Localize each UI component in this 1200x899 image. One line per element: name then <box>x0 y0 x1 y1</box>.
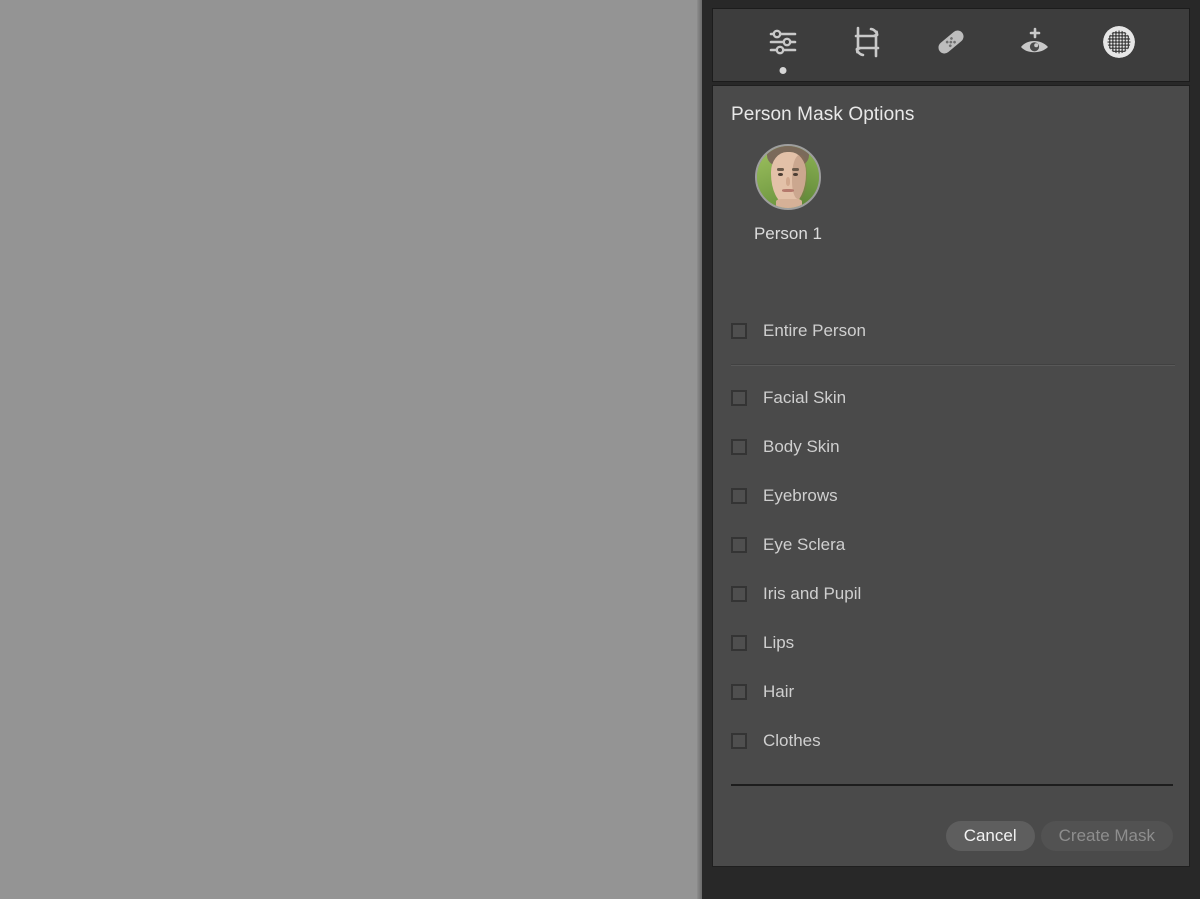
checkbox-label-facial-skin: Facial Skin <box>763 388 846 408</box>
checkbox-row-hair[interactable]: Hair <box>731 678 1171 706</box>
cancel-button[interactable]: Cancel <box>946 821 1035 851</box>
checkbox-row-iris-and-pupil[interactable]: Iris and Pupil <box>731 580 1171 608</box>
tool-tabbar <box>712 8 1190 82</box>
checkbox-row-body-skin[interactable]: Body Skin <box>731 433 1171 461</box>
person-thumbnail[interactable] <box>755 144 821 210</box>
section-divider <box>731 364 1175 366</box>
checkbox-facial-skin[interactable] <box>731 390 747 406</box>
create-mask-button[interactable]: Create Mask <box>1041 821 1173 851</box>
masking-circle-icon <box>1101 24 1137 60</box>
checkbox-label-clothes: Clothes <box>763 731 821 751</box>
person-thumbnail-block[interactable]: Person 1 <box>713 144 863 244</box>
red-eye-icon <box>1018 25 1052 59</box>
person-mask-options-panel: Person Mask Options Person 1 Entire P <box>712 85 1190 867</box>
checkbox-entire-person[interactable] <box>731 323 747 339</box>
checkbox-label-lips: Lips <box>763 633 794 653</box>
checkbox-clothes[interactable] <box>731 733 747 749</box>
checkbox-row-entire-person[interactable]: Entire Person <box>731 317 1171 345</box>
footer-divider <box>731 784 1173 786</box>
checkbox-body-skin[interactable] <box>731 439 747 455</box>
checkbox-label-iris-and-pupil: Iris and Pupil <box>763 584 861 604</box>
page-title: Person Mask Options <box>731 104 915 126</box>
checkbox-eyebrows[interactable] <box>731 488 747 504</box>
checkbox-iris-and-pupil[interactable] <box>731 586 747 602</box>
checkbox-hair[interactable] <box>731 684 747 700</box>
redeye-tab[interactable] <box>1011 18 1059 66</box>
checkbox-row-eye-sclera[interactable]: Eye Sclera <box>731 531 1171 559</box>
checkbox-label-eye-sclera: Eye Sclera <box>763 535 845 555</box>
checkbox-row-lips[interactable]: Lips <box>731 629 1171 657</box>
crop-tab[interactable] <box>843 18 891 66</box>
person-label: Person 1 <box>713 224 863 244</box>
sliders-icon <box>766 25 800 59</box>
checkbox-eye-sclera[interactable] <box>731 537 747 553</box>
checkbox-row-eyebrows[interactable]: Eyebrows <box>731 482 1171 510</box>
checkbox-label-entire-person: Entire Person <box>763 321 866 341</box>
checkbox-lips[interactable] <box>731 635 747 651</box>
image-canvas[interactable] <box>0 0 697 899</box>
checkbox-row-clothes[interactable]: Clothes <box>731 727 1171 755</box>
checkbox-label-eyebrows: Eyebrows <box>763 486 838 506</box>
masking-tab[interactable] <box>1095 18 1143 66</box>
checkbox-row-facial-skin[interactable]: Facial Skin <box>731 384 1171 412</box>
healing-tab[interactable] <box>927 18 975 66</box>
edit-adjustments-tab[interactable] <box>759 18 807 66</box>
active-tab-indicator <box>780 67 787 74</box>
checkbox-label-body-skin: Body Skin <box>763 437 840 457</box>
app-window: Person Mask Options Person 1 Entire P <box>0 0 1200 899</box>
checkbox-label-hair: Hair <box>763 682 794 702</box>
panel-footer: Cancel Create Mask <box>713 806 1191 866</box>
crop-rotate-icon <box>850 25 884 59</box>
healing-bandage-icon <box>934 25 968 59</box>
